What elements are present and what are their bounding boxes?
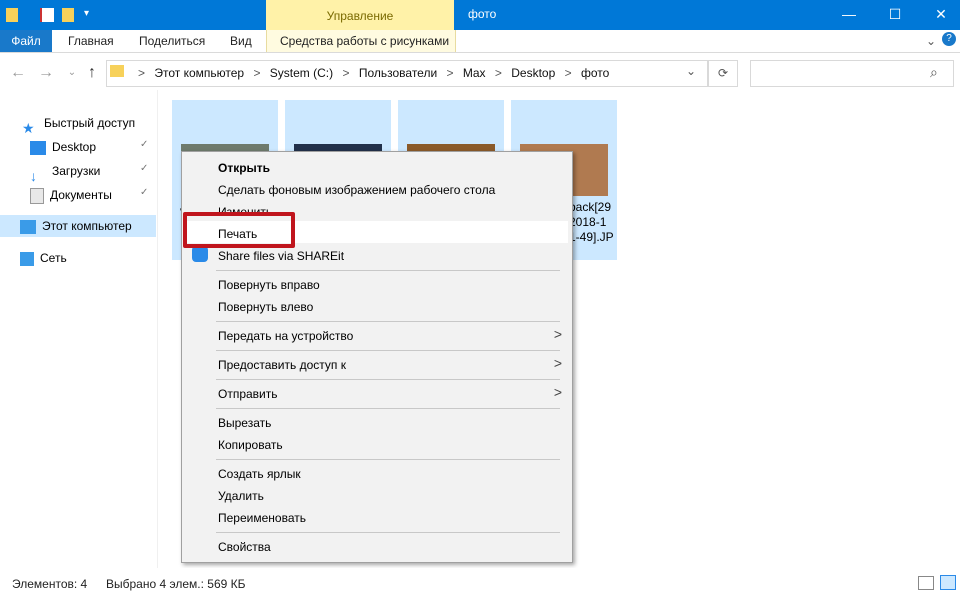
tab-home[interactable]: Главная [68, 30, 114, 52]
nav-label: Загрузки [52, 164, 101, 178]
annotation-highlight-box [183, 212, 295, 248]
nav-item-downloads[interactable]: ↓ Загрузки [30, 160, 101, 184]
submenu-arrow-icon: > [553, 355, 562, 371]
large-icons-view-icon[interactable] [940, 575, 956, 590]
nav-label: Этот компьютер [42, 219, 132, 233]
window-title: фото [468, 7, 497, 21]
breadcrumb-separator[interactable]: > [447, 66, 454, 80]
desktop-icon [30, 140, 46, 155]
submenu-arrow-icon: > [553, 326, 562, 342]
menu-separator [216, 532, 560, 533]
menu-item-give-access[interactable]: Предоставить доступ к [218, 358, 346, 372]
nav-item-documents[interactable]: Документы [30, 184, 112, 206]
breadcrumb-separator[interactable]: > [495, 66, 502, 80]
file-label-line: back[29 [569, 200, 612, 214]
breadcrumb-separator: > [138, 66, 146, 80]
network-icon [20, 251, 34, 266]
breadcrumb-max[interactable]: Max [463, 66, 486, 80]
maximize-button[interactable]: ☐ [872, 0, 918, 30]
up-icon[interactable]: ↑ [82, 63, 102, 83]
refresh-icon[interactable]: ⟳ [708, 60, 738, 87]
help-icon[interactable]: ? [942, 32, 956, 46]
breadcrumb-system-c[interactable]: System (C:) [270, 66, 333, 80]
folder-icon [110, 65, 124, 77]
nav-label: Документы [50, 188, 112, 202]
breadcrumb-this-pc[interactable]: Этот компьютер [154, 66, 244, 80]
documents-icon [30, 187, 44, 204]
submenu-arrow-icon: > [553, 384, 562, 400]
minimize-button[interactable]: — [826, 0, 872, 30]
back-icon[interactable]: ← [8, 63, 28, 83]
breadcrumb-separator[interactable]: > [253, 66, 260, 80]
properties-icon[interactable] [40, 8, 54, 22]
pin-icon[interactable]: ✓ [140, 163, 148, 174]
breadcrumb-photo[interactable]: фото [581, 66, 609, 80]
menu-item-delete[interactable]: Удалить [218, 489, 264, 503]
pane-divider[interactable] [157, 90, 158, 568]
nav-label: Desktop [52, 140, 97, 154]
computer-icon [20, 219, 36, 234]
breadcrumb: > Этот компьютер > System (C:) > Пользов… [138, 66, 615, 80]
file-label-line: 1-49].JP [569, 230, 614, 244]
file-label: back[29 2018-1 1-49].JP [569, 200, 614, 245]
shareit-icon [192, 246, 208, 262]
menu-item-create-shortcut[interactable]: Создать ярлык [218, 467, 301, 481]
status-selection: Выбрано 4 элем.: 569 КБ [106, 577, 246, 591]
breadcrumb-separator[interactable]: > [342, 66, 349, 80]
nav-label: Быстрый доступ [44, 116, 136, 130]
tab-share[interactable]: Поделиться [139, 30, 205, 52]
menu-separator [216, 459, 560, 460]
menu-item-set-wallpaper[interactable]: Сделать фоновым изображением рабочего ст… [218, 183, 495, 197]
nav-quick-access[interactable]: ★ Быстрый доступ [22, 112, 136, 136]
address-dropdown-icon[interactable]: ⌄ [686, 64, 696, 78]
download-icon: ↓ [30, 167, 37, 184]
tab-view[interactable]: Вид [230, 30, 252, 52]
menu-item-send-to[interactable]: Отправить [218, 387, 278, 401]
nav-label: Сеть [40, 251, 67, 265]
recent-dropdown-icon[interactable]: ⌄ [62, 63, 82, 83]
breadcrumb-users[interactable]: Пользователи [359, 66, 437, 80]
breadcrumb-desktop[interactable]: Desktop [511, 66, 555, 80]
context-tab-manage[interactable]: Управление [266, 9, 454, 23]
menu-item-open[interactable]: Открыть [218, 161, 270, 175]
status-item-count: Элементов: 4 [12, 577, 88, 591]
menu-item-copy[interactable]: Копировать [218, 438, 283, 452]
pin-icon[interactable]: ✓ [140, 187, 148, 198]
tab-picture-tools[interactable]: Средства работы с рисунками [280, 30, 449, 52]
new-folder-icon[interactable] [62, 8, 74, 22]
star-icon: ★ [22, 119, 35, 136]
menu-item-rotate-left[interactable]: Повернуть влево [218, 300, 313, 314]
close-button[interactable]: ✕ [918, 0, 960, 30]
menu-item-cut[interactable]: Вырезать [218, 416, 271, 430]
menu-item-cast-to-device[interactable]: Передать на устройство [218, 329, 353, 343]
menu-separator [216, 350, 560, 351]
menu-item-rename[interactable]: Переименовать [218, 511, 306, 525]
menu-separator [216, 379, 560, 380]
menu-item-shareit[interactable]: Share files via SHAREit [218, 249, 344, 263]
forward-icon[interactable]: → [36, 63, 56, 83]
search-icon: ⌕ [930, 64, 938, 80]
menu-separator [216, 270, 560, 271]
ribbon-collapse-icon[interactable]: ⌄ [926, 30, 936, 52]
menu-separator [216, 408, 560, 409]
file-label-line: 2018-1 [569, 215, 607, 229]
menu-separator [216, 321, 560, 322]
nav-network[interactable]: Сеть [20, 247, 67, 269]
menu-item-rotate-right[interactable]: Повернуть вправо [218, 278, 320, 292]
breadcrumb-separator[interactable]: > [565, 66, 572, 80]
tab-file[interactable]: Файл [0, 30, 52, 52]
search-input[interactable] [750, 60, 954, 87]
menu-item-properties[interactable]: Свойства [218, 540, 271, 554]
pin-icon[interactable]: ✓ [140, 139, 148, 150]
nav-this-pc[interactable]: Этот компьютер [20, 215, 132, 237]
nav-item-desktop[interactable]: Desktop [30, 136, 96, 158]
qat-dropdown-icon[interactable]: ▾ [84, 8, 89, 19]
folder-icon[interactable] [6, 8, 18, 22]
details-view-icon[interactable] [918, 576, 934, 590]
